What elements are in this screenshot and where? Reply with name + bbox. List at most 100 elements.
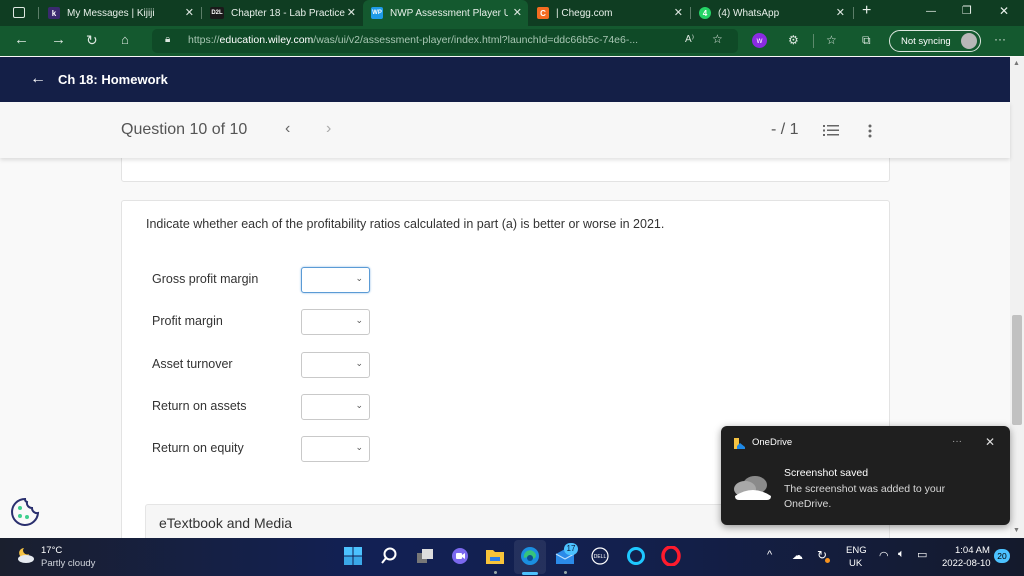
- scroll-up-icon[interactable]: ▲: [1013, 60, 1020, 67]
- next-question-button[interactable]: ›: [326, 120, 331, 138]
- lock-icon[interactable]: 🔒︎: [165, 34, 170, 45]
- ratio-label: Profit margin: [152, 314, 223, 328]
- tab-label: NWP Assessment Player U: [390, 7, 508, 19]
- tab-kijiji[interactable]: k My Messages | Kijiji ✕: [40, 0, 200, 26]
- wiley-extension-icon[interactable]: w: [752, 33, 767, 48]
- d2l-icon: D2L: [210, 7, 224, 19]
- opera-icon[interactable]: [660, 545, 682, 567]
- more-options-icon[interactable]: [868, 124, 872, 138]
- cookie-settings-icon[interactable]: [9, 496, 42, 529]
- notification-title: Screenshot saved: [784, 467, 869, 479]
- question-list-icon[interactable]: [823, 124, 839, 137]
- new-tab-button[interactable]: +: [862, 2, 871, 20]
- notification-close-icon[interactable]: ✕: [985, 435, 995, 449]
- running-indicator: [494, 571, 497, 574]
- question-prompt: Indicate whether each of the profitabili…: [146, 217, 665, 231]
- tab-whatsapp[interactable]: 4 (4) WhatsApp ✕: [691, 0, 851, 26]
- battery-charging-icon[interactable]: ▭: [917, 548, 927, 561]
- ratio-label: Return on assets: [152, 399, 247, 413]
- clock-date[interactable]: 2022-08-10: [942, 558, 991, 569]
- url-host: education.wiley.com: [219, 34, 314, 46]
- close-window-button[interactable]: ✕: [999, 4, 1009, 18]
- clock-time[interactable]: 1:04 AM: [955, 545, 990, 556]
- task-view-icon[interactable]: [414, 545, 436, 567]
- asset-turnover-select[interactable]: ⌄: [301, 352, 370, 378]
- profit-margin-select[interactable]: ⌄: [301, 309, 370, 335]
- onedrive-notification[interactable]: OneDrive ··· ✕ Screenshot saved The scre…: [721, 426, 1010, 525]
- collections-icon[interactable]: ⧉: [862, 33, 871, 48]
- profile-sync-button[interactable]: Not syncing: [889, 30, 981, 52]
- home-icon[interactable]: ⌂: [121, 32, 129, 48]
- close-tab-icon[interactable]: ✕: [513, 6, 522, 19]
- address-bar[interactable]: 🔒︎ https://education.wiley.com/was/ui/v2…: [152, 29, 738, 53]
- notification-body: The screenshot was added to your OneDriv…: [784, 483, 946, 510]
- mail-badge: 17: [564, 543, 578, 555]
- edge-browser-icon[interactable]: [519, 545, 541, 567]
- chevron-down-icon: ⌄: [355, 400, 363, 410]
- gross-profit-margin-select[interactable]: ⌄: [301, 267, 370, 293]
- close-tab-icon[interactable]: ✕: [185, 6, 194, 19]
- show-hidden-icons-chevron[interactable]: ^: [767, 549, 772, 561]
- onedrive-folder-icon: [734, 438, 745, 449]
- weather-partly-cloudy-icon[interactable]: [15, 546, 35, 564]
- tab-separator: [38, 7, 39, 19]
- tab-chegg[interactable]: C | Chegg.com ✕: [529, 0, 689, 26]
- close-tab-icon[interactable]: ✕: [347, 6, 356, 19]
- notification-options-icon[interactable]: ···: [952, 436, 962, 447]
- previous-question-button[interactable]: ‹: [285, 120, 290, 138]
- file-explorer-icon[interactable]: [484, 545, 506, 567]
- minimize-button[interactable]: —: [926, 6, 936, 17]
- settings-more-icon[interactable]: ···: [994, 32, 1006, 46]
- maximize-button[interactable]: ❐: [962, 4, 972, 17]
- page-scrollbar[interactable]: ▲ ▼: [1010, 57, 1024, 538]
- wiley-icon: WP: [371, 7, 383, 19]
- avatar: [961, 33, 977, 49]
- close-tab-icon[interactable]: ✕: [836, 6, 845, 19]
- onedrive-cloud-icon: [734, 476, 771, 500]
- scroll-down-icon[interactable]: ▼: [1013, 527, 1020, 534]
- alexa-icon[interactable]: [625, 545, 647, 567]
- chevron-down-icon: ⌄: [355, 315, 363, 325]
- wifi-icon[interactable]: ◠: [879, 549, 889, 562]
- back-to-course-icon[interactable]: ←: [30, 70, 46, 88]
- return-on-equity-select[interactable]: ⌄: [301, 436, 370, 462]
- language-indicator[interactable]: ENG: [846, 545, 867, 556]
- teams-chat-icon[interactable]: [449, 545, 471, 567]
- tab-d2l[interactable]: D2L Chapter 18 - Lab Practice ✕: [202, 0, 362, 26]
- weather-temperature[interactable]: 17°C: [41, 545, 62, 556]
- scrollbar-thumb[interactable]: [1012, 315, 1022, 425]
- tab-actions-icon[interactable]: [13, 7, 25, 18]
- tab-separator: [853, 7, 854, 19]
- browser-toolbar: ← → ↻ ⌂ 🔒︎ https://education.wiley.com/w…: [0, 26, 1024, 56]
- app-header: ← Ch 18: Homework: [0, 57, 1010, 102]
- search-icon[interactable]: [378, 545, 400, 567]
- refresh-icon[interactable]: ↻: [86, 32, 98, 48]
- notification-count-badge[interactable]: 20: [994, 549, 1010, 563]
- forward-arrow-icon[interactable]: →: [51, 32, 66, 48]
- onedrive-tray-icon[interactable]: ☁: [792, 549, 803, 562]
- volume-icon[interactable]: 🔈︎: [898, 548, 905, 561]
- return-on-assets-select[interactable]: ⌄: [301, 394, 370, 420]
- course-title[interactable]: Ch 18: Homework: [58, 72, 168, 87]
- ratio-label: Return on equity: [152, 441, 244, 455]
- score-display: - / 1: [771, 121, 799, 138]
- back-arrow-icon[interactable]: ←: [14, 32, 29, 48]
- chevron-down-icon: ⌄: [355, 442, 363, 452]
- ratio-row-profit-margin: Profit margin ⌄: [152, 309, 452, 335]
- sync-label: Not syncing: [901, 35, 951, 47]
- start-windows-icon[interactable]: [342, 545, 364, 567]
- url-text[interactable]: https://education.wiley.com/was/ui/v2/as…: [188, 34, 638, 46]
- weather-condition[interactable]: Partly cloudy: [41, 558, 95, 569]
- close-tab-icon[interactable]: ✕: [674, 6, 683, 19]
- windows-taskbar: 17°C Partly cloudy 17 DELL ^ ☁ ↻ ENG UK …: [0, 538, 1024, 576]
- question-counter: Question 10 of 10: [121, 121, 248, 138]
- language-region[interactable]: UK: [849, 558, 862, 569]
- extensions-icon[interactable]: ⚙: [788, 33, 799, 47]
- favorites-icon[interactable]: ☆: [826, 33, 837, 47]
- add-favorite-icon[interactable]: ☆: [712, 32, 723, 46]
- tab-nwp-assessment[interactable]: WP NWP Assessment Player U ✕: [363, 0, 528, 26]
- read-aloud-icon[interactable]: A⁾: [685, 34, 694, 45]
- dell-icon[interactable]: DELL: [589, 545, 611, 567]
- kijiji-icon: k: [48, 7, 60, 19]
- ratio-label: Gross profit margin: [152, 272, 259, 286]
